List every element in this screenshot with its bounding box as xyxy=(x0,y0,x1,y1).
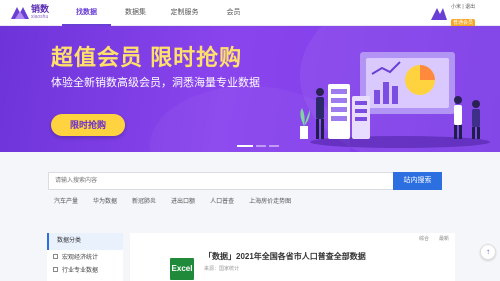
logo-name: 销数 xyxy=(31,4,50,14)
sort-latest[interactable]: 最新 xyxy=(439,235,449,242)
category-checkbox[interactable] xyxy=(53,267,58,272)
category-checkbox[interactable] xyxy=(53,254,58,259)
hot-search-link[interactable]: 进出口额 xyxy=(171,196,195,205)
promo-banner[interactable]: 超值会员 限时抢购 体验全新销数高级会员，洞悉海量专业数据 限时抢购 xyxy=(0,26,500,152)
page: 销数 xiaoshu 找数据 数据集 定制服务 会员 小米 | 退出 普通会员 … xyxy=(0,0,500,281)
hot-search-link[interactable]: 上海房价走势图 xyxy=(249,196,291,205)
avatar[interactable] xyxy=(430,4,448,22)
nav-item-membership[interactable]: 会员 xyxy=(209,0,258,26)
hot-search-link[interactable]: 人口普查 xyxy=(210,196,234,205)
search-input[interactable] xyxy=(55,173,385,189)
results-panel: 综合 最新 Excel 「数据」2021年全国各省市人口普查全部数据 来源：国家… xyxy=(130,233,455,281)
logo-icon[interactable] xyxy=(9,4,31,22)
nav-item-find-data[interactable]: 找数据 xyxy=(62,0,111,26)
category-label: 宏观经济统计 xyxy=(62,255,99,261)
hot-search-link[interactable]: 汽车产量 xyxy=(54,196,78,205)
category-filter-item[interactable]: 行业专业数据 xyxy=(47,263,123,276)
sidebar-title: 数据分类 xyxy=(47,233,123,250)
back-to-top-icon[interactable]: ↑ xyxy=(480,244,496,260)
hot-search-links: 汽车产量 华为数据 新冠肺炎 进出口额 人口普查 上海房价走势图 xyxy=(54,196,306,205)
carousel-dot[interactable] xyxy=(256,145,266,147)
hot-search-link[interactable]: 新冠肺炎 xyxy=(132,196,156,205)
category-filter-item[interactable]: 宏观经济统计 xyxy=(47,250,123,263)
category-sidebar: 数据分类 宏观经济统计 行业专业数据 xyxy=(47,233,123,281)
top-navbar: 销数 xiaoshu 找数据 数据集 定制服务 会员 小米 | 退出 普通会员 xyxy=(0,0,500,27)
site-search-button[interactable]: 站内搜索 xyxy=(393,172,442,190)
banner-title: 超值会员 限时抢购 xyxy=(51,45,243,70)
result-source: 来源：国家统计 xyxy=(204,266,240,272)
nav-item-custom-service[interactable]: 定制服务 xyxy=(160,0,209,26)
carousel-indicator xyxy=(237,145,279,147)
result-title[interactable]: 「数据」2021年全国各省市人口普查全部数据 xyxy=(204,251,366,262)
logo-text[interactable]: 销数 xiaoshu xyxy=(31,4,49,20)
sort-options: 综合 最新 xyxy=(419,235,449,242)
main-nav: 找数据 数据集 定制服务 会员 xyxy=(62,0,258,26)
search-box xyxy=(48,172,393,190)
nav-item-datasets[interactable]: 数据集 xyxy=(111,0,160,26)
category-label: 行业专业数据 xyxy=(62,268,99,274)
user-account-links[interactable]: 小米 | 退出 xyxy=(451,4,475,11)
carousel-dot[interactable] xyxy=(269,145,279,147)
data-analytics-illustration xyxy=(300,52,490,148)
sort-default[interactable]: 综合 xyxy=(419,235,429,242)
logo-subtitle: xiaoshu xyxy=(31,14,49,20)
banner-subtitle: 体验全新销数高级会员，洞悉海量专业数据 xyxy=(51,77,260,89)
carousel-dot[interactable] xyxy=(237,145,253,147)
flash-sale-button[interactable]: 限时抢购 xyxy=(51,114,125,136)
excel-file-icon: Excel xyxy=(170,258,194,280)
hot-search-link[interactable]: 华为数据 xyxy=(93,196,117,205)
